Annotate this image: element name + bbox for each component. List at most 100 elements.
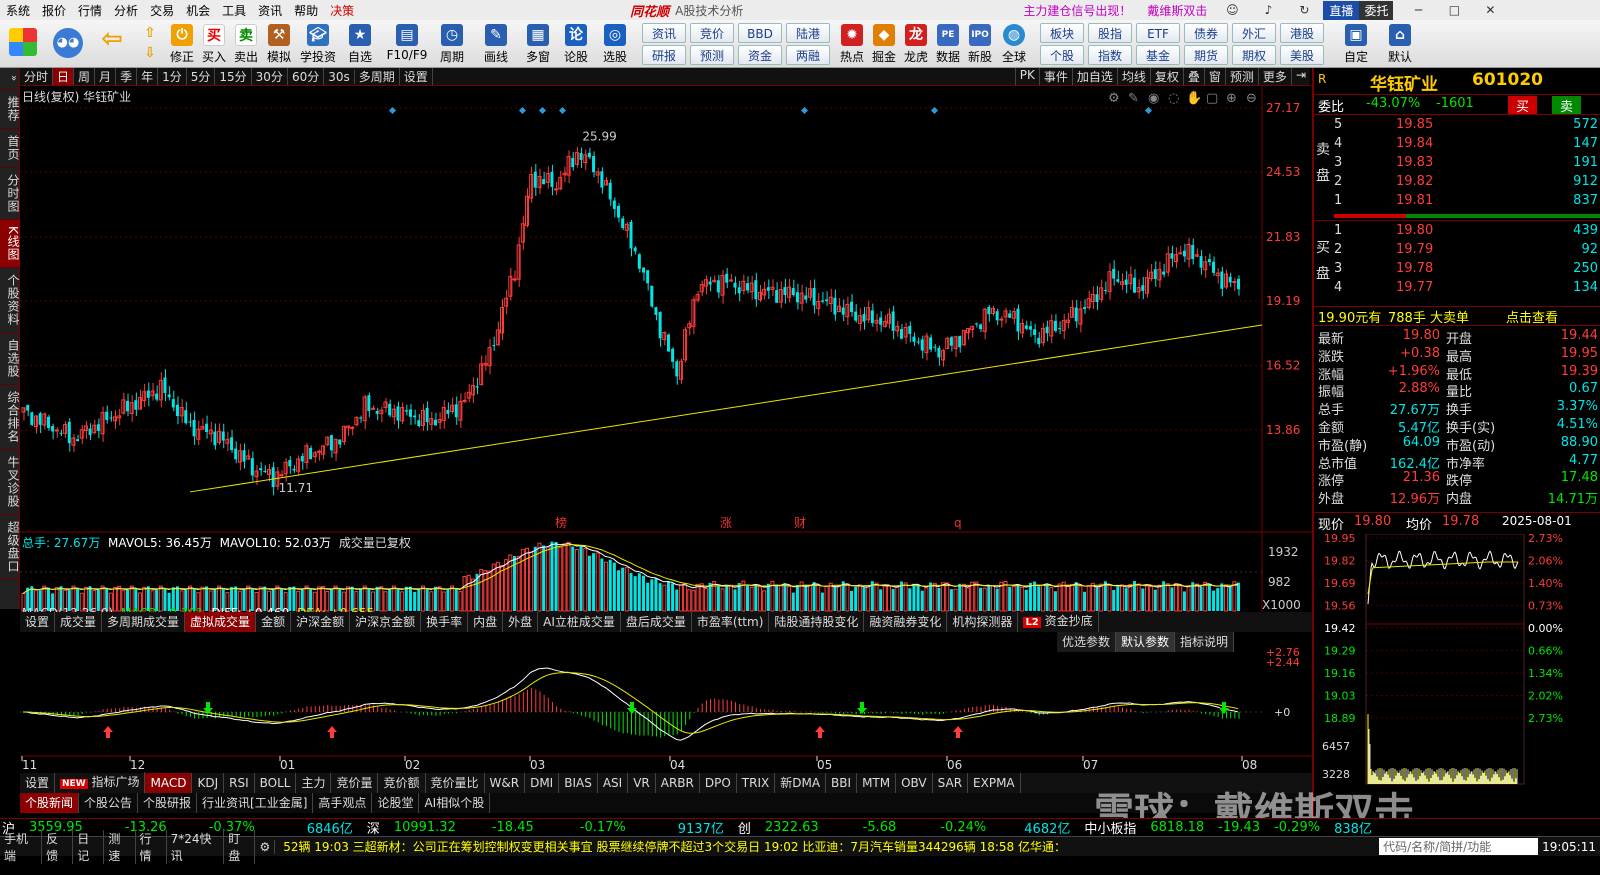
app-menu-button[interactable]: [6, 22, 40, 66]
toolbar-btn-forum[interactable]: 论论股: [560, 22, 592, 66]
kline-chart-svg[interactable]: 日线(复权) 华钰矿业 ⚙ ✎ ◉ ◌ ✋ ▢ ⊕ ⊖ 27.17 24.53 21…: [20, 86, 1312, 841]
bid-row[interactable]: 4 19.77 134: [1314, 280, 1600, 298]
ind1-volume[interactable]: 成交量: [55, 612, 103, 632]
ind2-plaza[interactable]: NEW 指标广场: [55, 772, 146, 794]
quick-btn-research[interactable]: 研报: [642, 45, 686, 65]
tab-add-watch[interactable]: 加自选: [1071, 68, 1117, 85]
ask-row[interactable]: 2 19.82 912: [1314, 174, 1600, 192]
menu-item-analysis[interactable]: 分析: [108, 2, 144, 19]
menu-item-opportunity[interactable]: 机会: [180, 2, 216, 19]
toolbar-btn-data[interactable]: PE 数据: [932, 22, 964, 66]
ind1-afterhours[interactable]: 盘后成交量: [621, 612, 692, 632]
ind2-dmi[interactable]: DMI: [525, 773, 560, 793]
quick-buy-button[interactable]: 买: [1508, 96, 1538, 115]
quick-btn-hkconnect[interactable]: 陆港: [786, 23, 830, 43]
toolbar-btn-dragon[interactable]: 龙龙虎: [900, 22, 932, 66]
quick-btn-bonds[interactable]: 债券: [1184, 23, 1228, 43]
ind2-newdma[interactable]: 新DMA: [775, 773, 827, 793]
hand-icon[interactable]: ✋: [1186, 90, 1202, 106]
nb-watch[interactable]: 盯盘: [224, 829, 256, 864]
quick-sell-button[interactable]: 卖: [1552, 96, 1582, 115]
toolbar-btn-draw[interactable]: ✎ 画线: [476, 22, 516, 66]
tab-adjust[interactable]: 复权: [1149, 68, 1183, 85]
quick-btn-forecast[interactable]: 预测: [690, 45, 734, 65]
tab-settings[interactable]: 设置: [400, 68, 433, 85]
ind2-expma[interactable]: EXPMA: [968, 773, 1021, 793]
ask-row[interactable]: 5 19.85 572: [1314, 117, 1600, 135]
ind2-kdj[interactable]: KDJ: [192, 773, 225, 793]
back-button[interactable]: ⇦: [96, 22, 128, 66]
toolbar-btn-custom[interactable]: ▣ 自定: [1336, 22, 1376, 66]
order-button[interactable]: 委托: [1359, 0, 1394, 20]
opt-help[interactable]: 指标说明: [1175, 632, 1235, 652]
nb-flash[interactable]: 7*24快讯: [167, 829, 225, 864]
tab-quarterly[interactable]: 季: [116, 68, 138, 85]
tab-15min[interactable]: 15分: [215, 68, 252, 85]
ask-row[interactable]: 4 19.84 147: [1314, 136, 1600, 154]
tab-ma[interactable]: 均线: [1116, 68, 1150, 85]
toolbar-btn-global[interactable]: ◍ 全球: [996, 22, 1032, 66]
leftnav-super-orderbook[interactable]: 超级盘口: [0, 515, 20, 580]
big-order-view-link[interactable]: 点击查看: [1506, 307, 1558, 326]
ind2-wr[interactable]: W&R: [485, 773, 526, 793]
quick-btn-auction[interactable]: 竞价: [690, 23, 734, 43]
draw-pen-icon[interactable]: ✎: [1128, 91, 1139, 106]
search-input[interactable]: 代码/名称/简拼/功能: [1379, 838, 1539, 855]
ind2-macd[interactable]: MACD: [145, 773, 193, 793]
leftnav-timeshare[interactable]: 分时图: [0, 168, 20, 220]
tab-window[interactable]: 窗: [1203, 68, 1225, 85]
ind1-ai-volume[interactable]: AI立桩成交量: [538, 612, 621, 632]
ind2-bias[interactable]: BIAS: [559, 773, 598, 793]
quick-btn-funds[interactable]: 基金: [1136, 45, 1180, 65]
tab-1min[interactable]: 1分: [158, 68, 187, 85]
refresh-icon[interactable]: ↻: [1293, 3, 1315, 17]
bell-icon[interactable]: ♪: [1257, 3, 1279, 17]
news-tab-announce[interactable]: 个股公告: [79, 793, 139, 813]
leftnav-home[interactable]: 首页: [0, 129, 20, 168]
ind1-amount[interactable]: 金额: [256, 612, 292, 632]
sz-label[interactable]: 深: [367, 818, 380, 837]
news-ticker[interactable]: 52辆 19:03 三超新材：公司正在筹划控制权变更相关事宜 股票继续停牌不超过…: [283, 838, 1379, 855]
ind1-margin-change[interactable]: 融资融券变化: [864, 612, 948, 632]
settings-icon[interactable]: ⚙: [1108, 91, 1120, 106]
quick-btn-bbd[interactable]: BBD: [738, 23, 782, 43]
ask-row[interactable]: 3 19.83 191: [1314, 155, 1600, 173]
toolbar-btn-buy[interactable]: 买买入: [198, 22, 230, 66]
bid-row[interactable]: 1 19.80 439: [1314, 223, 1600, 241]
quick-btn-index-futures[interactable]: 股指: [1088, 23, 1132, 43]
eye-off-icon[interactable]: ◌: [1168, 91, 1179, 106]
news-tab-experts[interactable]: 高手观点: [313, 793, 373, 813]
toolbar-btn-multiwindow[interactable]: ▦ 多窗: [518, 22, 558, 66]
tab-multi-period[interactable]: 多周期: [355, 68, 400, 85]
news-tab-research[interactable]: 个股研报: [138, 793, 198, 813]
ind2-auction-amt[interactable]: 竞价额: [378, 773, 426, 793]
ind2-sar[interactable]: SAR: [933, 773, 969, 793]
nb-mobile[interactable]: 手机端: [0, 829, 43, 864]
tab-weekly[interactable]: 周: [74, 68, 96, 85]
ind2-asi[interactable]: ASI: [598, 773, 629, 793]
ind1-settings[interactable]: 设置: [20, 612, 56, 632]
leftnav-ranking[interactable]: 综合排名: [0, 385, 20, 450]
event-mark-list[interactable]: 榜: [555, 515, 567, 530]
tab-timeshare[interactable]: 分时: [20, 68, 54, 85]
zoom-out-icon[interactable]: ⊖: [1246, 91, 1257, 106]
tab-more[interactable]: 更多: [1257, 68, 1291, 85]
menu-item-trade[interactable]: 交易: [144, 2, 180, 19]
ind2-vr[interactable]: VR: [628, 773, 656, 793]
ind2-boll[interactable]: BOLL: [255, 773, 297, 793]
quick-btn-news[interactable]: 资讯: [642, 23, 686, 43]
quick-btn-forex[interactable]: 外汇: [1232, 23, 1276, 43]
news-tab-industry[interactable]: 行业资讯[工业金属]: [197, 793, 314, 813]
ind2-trix[interactable]: TRIX: [737, 773, 776, 793]
ind2-obv[interactable]: OBV: [896, 773, 933, 793]
ind2-mtm[interactable]: MTM: [857, 773, 897, 793]
quick-btn-index[interactable]: 指数: [1088, 45, 1132, 65]
toolbar-btn-hot[interactable]: ✹ 热点: [836, 22, 868, 66]
ind1-shszbj-amount[interactable]: 沪深京金额: [350, 612, 422, 632]
menu-item-system[interactable]: 系统: [0, 2, 36, 19]
nb-speedtest[interactable]: 测速: [104, 829, 136, 864]
toolbar-btn-ipo[interactable]: IPO 新股: [964, 22, 996, 66]
leftnav-profile[interactable]: 个股资料: [0, 268, 20, 333]
menu-item-quote[interactable]: 报价: [36, 2, 72, 19]
ind1-shsz-amount[interactable]: 沪深金额: [291, 612, 351, 632]
